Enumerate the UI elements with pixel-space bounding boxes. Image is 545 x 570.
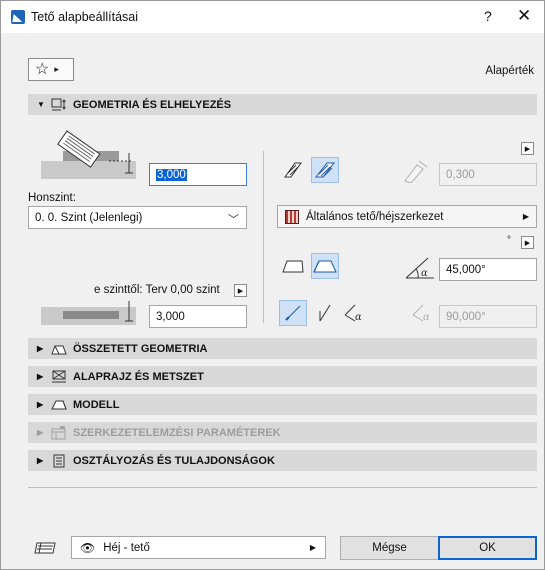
edge-angle-icon: α: [412, 304, 430, 323]
collapsed-triangle-icon: ▶: [37, 372, 44, 381]
edge-type-vertical-button[interactable]: [279, 157, 307, 183]
arrow-right-icon: ▸: [54, 64, 59, 74]
section-structural-analysis: ▶ SZERKEZETELEMZÉSI PARAMÉTEREK: [28, 422, 537, 443]
edge-angle-vertical-button[interactable]: [311, 300, 339, 326]
offset-input[interactable]: 3,000: [149, 305, 247, 328]
slope-angle-icon: α: [405, 257, 434, 279]
edge-perpendicular-angle-icon: [285, 305, 301, 321]
ok-button[interactable]: OK: [438, 536, 537, 560]
home-story-dropdown[interactable]: 0. 0. Szint (Jelenlegi) ﹀: [28, 206, 247, 229]
model-icon: [51, 398, 67, 412]
defaults-label: Alapérték: [485, 65, 534, 77]
layer-selector[interactable]: 👁 Héj - tető ▶: [71, 536, 326, 559]
structural-analysis-icon: [51, 425, 67, 440]
edge-vertical-angle-icon: [319, 304, 331, 322]
section-complex-geometry[interactable]: ▶ ÖSSZETETT GEOMETRIA: [28, 338, 537, 359]
edge-custom-angle-icon: α: [344, 304, 362, 323]
roof-offset-illustration: [41, 301, 136, 325]
star-icon: ☆: [35, 60, 50, 78]
edge-perpendicular-icon: [314, 162, 336, 178]
horizontal-divider: [28, 487, 537, 488]
structure-selector[interactable]: Általános tető/héjszerkezet ▶: [277, 205, 537, 228]
dialog-window: Tető alapbeállításai ? ✕ ☆ ▸ Alapérték ▼…: [0, 0, 545, 570]
structure-label: Általános tető/héjszerkezet: [306, 210, 444, 223]
expand-settings-button[interactable]: ▶: [521, 142, 534, 155]
section-floorplan-label: ALAPRAJZ ÉS METSZET: [73, 370, 204, 383]
collapsed-triangle-icon: ▶: [37, 428, 44, 437]
edge-vertical-icon: [284, 162, 302, 178]
roof-thickness-illustration: [41, 130, 136, 179]
vertical-divider: [263, 151, 264, 323]
roof-shape-single-button[interactable]: [279, 253, 307, 279]
close-button[interactable]: ✕: [517, 6, 531, 26]
svg-text:α: α: [421, 268, 428, 279]
degree-symbol: °: [507, 235, 511, 246]
edge-type-perpendicular-button[interactable]: [311, 157, 339, 183]
floorplan-section-icon: [51, 370, 67, 384]
home-story-label: Honszint:: [28, 192, 76, 204]
edge-angle-input[interactable]: 90,000°: [439, 305, 537, 328]
layer-settings-icon[interactable]: [33, 540, 57, 556]
roof-shape-icon: [282, 260, 304, 273]
section-complex-geometry-label: ÖSSZETETT GEOMETRIA: [73, 342, 208, 355]
section-floorplan-section[interactable]: ▶ ALAPRAJZ ÉS METSZET: [28, 366, 537, 387]
section-structural-analysis-label: SZERKEZETELEMZÉSI PARAMÉTEREK: [73, 426, 281, 439]
edge-angle-custom-button[interactable]: α: [341, 300, 369, 326]
section-geometry-label: GEOMETRIA ÉS ELHELYEZÉS: [73, 98, 232, 111]
section-classification[interactable]: ▶ OSZTÁLYOZÁS ÉS TULAJDONSÁGOK: [28, 450, 537, 471]
section-model[interactable]: ▶ MODELL: [28, 394, 537, 415]
roof-shape-active-icon: [313, 260, 337, 273]
collapsed-triangle-icon: ▶: [37, 456, 44, 465]
eye-icon: 👁: [80, 540, 96, 555]
offset-reference-button[interactable]: ▶: [234, 284, 247, 297]
section-model-label: MODELL: [73, 398, 120, 411]
window-title: Tető alapbeállításai: [31, 10, 139, 24]
collapsed-triangle-icon: ▶: [37, 344, 44, 353]
geometry-icon: [51, 98, 67, 112]
section-geometry[interactable]: ▼ GEOMETRIA ÉS ELHELYEZÉS: [28, 94, 537, 115]
edge-angle-perpendicular-button[interactable]: [279, 300, 307, 326]
help-button[interactable]: ?: [484, 8, 492, 24]
arrow-right-icon: ▶: [522, 212, 529, 221]
offset-reference-label: e szinttől: Terv 0,00 szint: [94, 284, 220, 296]
expanded-triangle-icon: ▼: [37, 100, 45, 109]
layer-name: Héj - tető: [103, 541, 150, 554]
home-story-value: 0. 0. Szint (Jelenlegi): [35, 211, 143, 224]
edge-offset-icon: [404, 160, 428, 183]
app-icon: [11, 10, 25, 24]
edge-offset-input[interactable]: 0,300: [439, 163, 537, 186]
title-bar: Tető alapbeállításai ? ✕: [1, 1, 544, 33]
roof-shape-double-button[interactable]: [311, 253, 339, 279]
favorites-button[interactable]: ☆ ▸: [28, 58, 74, 81]
slope-angle-input[interactable]: 45,000°: [439, 258, 537, 281]
svg-text:α: α: [355, 312, 362, 323]
structure-swatch-icon: [285, 209, 299, 224]
chevron-down-icon: ﹀: [228, 214, 239, 226]
cancel-button[interactable]: Mégse: [340, 536, 439, 560]
angle-unit-button[interactable]: ▶: [521, 236, 534, 249]
section-classification-label: OSZTÁLYOZÁS ÉS TULAJDONSÁGOK: [73, 454, 275, 467]
complex-geometry-icon: [51, 342, 67, 356]
collapsed-triangle-icon: ▶: [37, 400, 44, 409]
classification-icon: [51, 454, 67, 468]
arrow-right-icon: ▶: [309, 543, 316, 552]
thickness-input[interactable]: 3,000: [149, 163, 247, 186]
svg-text:α: α: [423, 312, 430, 323]
